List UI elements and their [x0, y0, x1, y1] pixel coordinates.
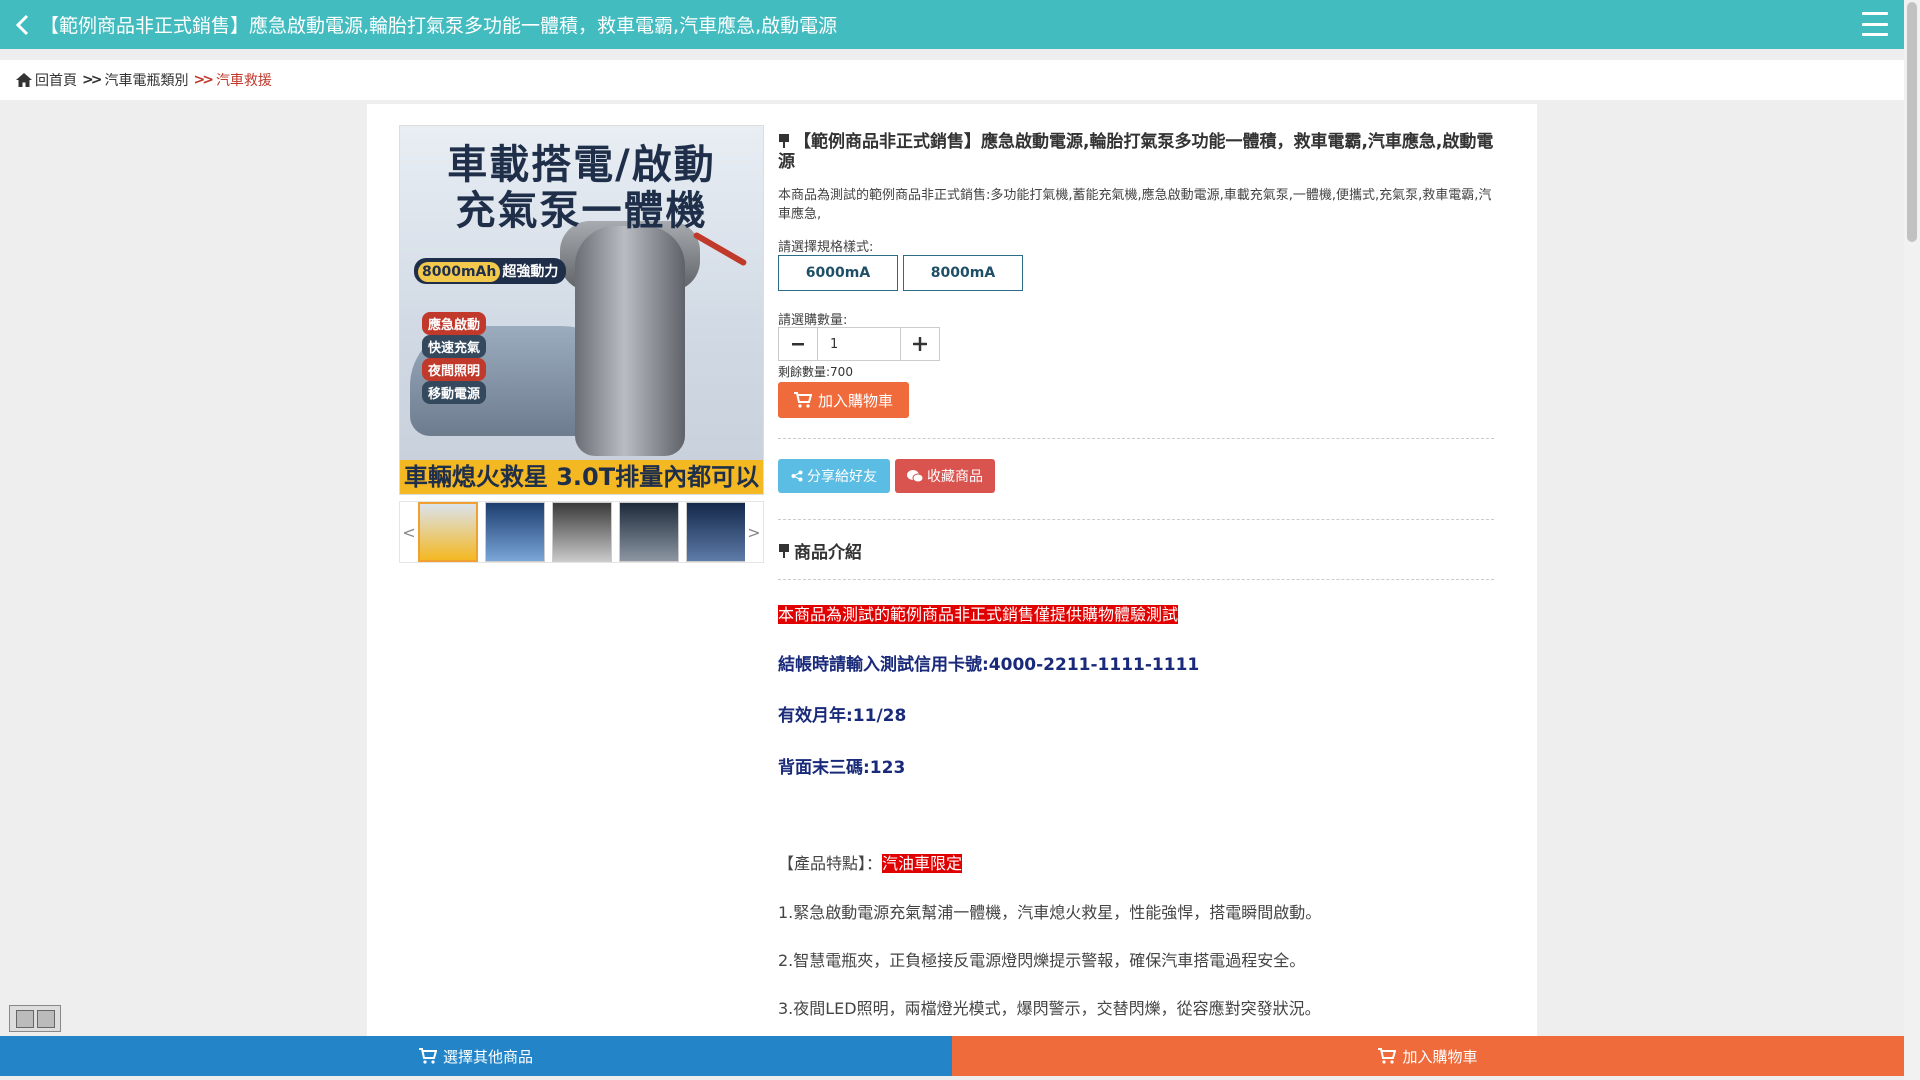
thumb-prev-icon[interactable]: < [400, 523, 418, 542]
thumbnail-5[interactable] [686, 502, 745, 562]
product-description: 本商品為測試的範例商品非正式銷售:多功能打氣機,蓄能充氣機,應急啟動電源,車載充… [778, 188, 1492, 222]
scrollbar-thumb[interactable] [1907, 2, 1917, 242]
features-label: 【產品特點】： [778, 854, 883, 873]
pin-icon [778, 134, 790, 148]
image-footer: 車輛熄火救星 3.0T排量內都可以 [400, 460, 763, 494]
intro-heading: 商品介紹 [778, 538, 862, 563]
spec-options: 6000mA 8000mA [778, 255, 1023, 291]
share-label: 分享給好友 [807, 469, 877, 485]
add-to-cart-label: 加入購物車 [817, 391, 893, 410]
bottom-add-to-cart-button[interactable]: 加入購物車 [952, 1036, 1904, 1076]
intro-heading-text: 商品介紹 [794, 543, 862, 563]
plus-icon [913, 337, 927, 351]
minus-icon [792, 343, 804, 346]
image-headline-2: 充氣泵一體機 [455, 188, 708, 234]
image-badge-mah: 8000mAh [418, 262, 501, 282]
image-feature-2: 快速充氣 [422, 335, 487, 358]
image-feature-1: 應急啟動 [422, 312, 487, 335]
notice-highlight: 本商品為測試的範例商品非正式銷售僅提供購物體驗測試 [778, 605, 1179, 624]
page-title: 【範例商品非正式銷售】應急啟動電源,輪胎打氣泵多功能一體積，救車電霸,汽車應急,… [40, 15, 838, 37]
thumbnail-4[interactable] [619, 502, 679, 562]
thumb-next-icon[interactable]: > [745, 523, 763, 542]
top-header: 【範例商品非正式銷售】應急啟動電源,輪胎打氣泵多功能一體積，救車電霸,汽車應急,… [0, 0, 1904, 49]
breadcrumb-home-label: 回首頁 [35, 73, 77, 89]
back-button[interactable] [4, 0, 40, 49]
product-title: 【範例商品非正式銷售】應急啟動電源,輪胎打氣泵多功能一體積，救車電霸,汽車應急,… [778, 132, 1494, 172]
share-button[interactable]: 分享給好友 [778, 459, 890, 493]
chevron-left-icon [15, 14, 29, 35]
product-panel: 車載搭電/啟動 充氣泵一體機 8000mAh 超強動力 應急啟動 快速充氣 夜間照… [367, 104, 1537, 1040]
thumbnail-1[interactable] [418, 502, 478, 562]
double-chevron-icon: >> [82, 72, 103, 88]
cable-illustration [692, 231, 748, 267]
cart-icon [1378, 1048, 1397, 1064]
thumbnail-3[interactable] [552, 502, 612, 562]
home-icon [16, 73, 32, 87]
quantity-increase-button[interactable] [900, 327, 940, 361]
cvv-line: 背面末三碼:123 [778, 758, 906, 778]
layout-toggle-icon[interactable] [9, 1005, 61, 1032]
feature-point-3: 3.夜間LED照明，兩檔燈光模式，爆閃警示，交替閃爍，從容應對突發狀況。 [778, 999, 1321, 1018]
card-number-line: 結帳時請輸入測試信用卡號:4000-2211-1111-1111 [778, 655, 1200, 675]
breadcrumb-home[interactable]: 回首頁 [16, 70, 77, 90]
spec-label: 請選擇規格樣式: [778, 240, 874, 255]
quantity-decrease-button[interactable] [778, 327, 818, 361]
double-chevron-icon: >> [193, 72, 214, 88]
quantity-label: 請選購數量: [778, 313, 848, 328]
favorite-label: 收藏商品 [927, 469, 983, 485]
pin-icon [778, 543, 790, 558]
product-main-image[interactable]: 車載搭電/啟動 充氣泵一體機 8000mAh 超強動力 應急啟動 快速充氣 夜間照… [399, 125, 764, 495]
notice-line: 本商品為測試的範例商品非正式銷售僅提供購物體驗測試 [778, 601, 1179, 625]
breadcrumb: 回首頁 >> 汽車電瓶類別 >> 汽車救援 [0, 60, 1904, 100]
image-badge-text: 超強動力 [502, 264, 559, 280]
quantity-stepper: 1 [778, 327, 940, 361]
spec-option-6000ma[interactable]: 6000mA [778, 255, 898, 291]
feature-point-1: 1.緊急啟動電源充氣幫浦一體機，汽車熄火救星，性能強悍，搭電瞬間啟動。 [778, 903, 1322, 922]
choose-other-products-button[interactable]: 選擇其他商品 [0, 1036, 952, 1076]
wechat-icon [907, 470, 923, 483]
page-scrollbar[interactable] [1904, 0, 1920, 1080]
stock-count: 剩餘數量:700 [778, 365, 853, 379]
favorite-button[interactable]: 收藏商品 [895, 459, 995, 493]
cart-icon [418, 1048, 437, 1064]
image-feature-4: 移動電源 [422, 381, 487, 404]
breadcrumb-current[interactable]: 汽車救援 [216, 70, 272, 90]
thumbnail-carousel: < > [399, 501, 764, 563]
pump-illustration [575, 226, 685, 456]
breadcrumb-category[interactable]: 汽車電瓶類別 [104, 70, 188, 90]
thumbnail-2[interactable] [485, 502, 545, 562]
bottom-action-bar: 選擇其他商品 加入購物車 [0, 1036, 1904, 1076]
bottom-add-to-cart-label: 加入購物車 [1402, 1047, 1478, 1066]
divider [778, 438, 1494, 439]
product-title-text: 【範例商品非正式銷售】應急啟動電源,輪胎打氣泵多功能一體積，救車電霸,汽車應急,… [778, 132, 1494, 172]
thumbnail-strip [418, 502, 745, 562]
choose-other-label: 選擇其他商品 [442, 1047, 533, 1066]
feature-point-2: 2.智慧電瓶夾，正負極接反電源燈閃爍提示警報，確保汽車搭電過程安全。 [778, 951, 1306, 970]
features-tag: 汽油車限定 [882, 854, 963, 873]
divider [778, 519, 1494, 520]
features-label-line: 【產品特點】：汽油車限定 [778, 850, 963, 874]
expiry-line: 有效月年:11/28 [778, 706, 907, 726]
add-to-cart-button[interactable]: 加入購物車 [778, 382, 909, 418]
cart-icon [793, 392, 812, 408]
image-badge: 8000mAh 超強動力 [414, 258, 567, 284]
share-icon [791, 470, 803, 482]
divider [778, 579, 1494, 580]
image-feature-3: 夜間照明 [422, 358, 487, 381]
hamburger-menu-icon[interactable] [1862, 12, 1888, 36]
spec-option-8000ma[interactable]: 8000mA [903, 255, 1023, 291]
quantity-input[interactable]: 1 [818, 327, 900, 361]
